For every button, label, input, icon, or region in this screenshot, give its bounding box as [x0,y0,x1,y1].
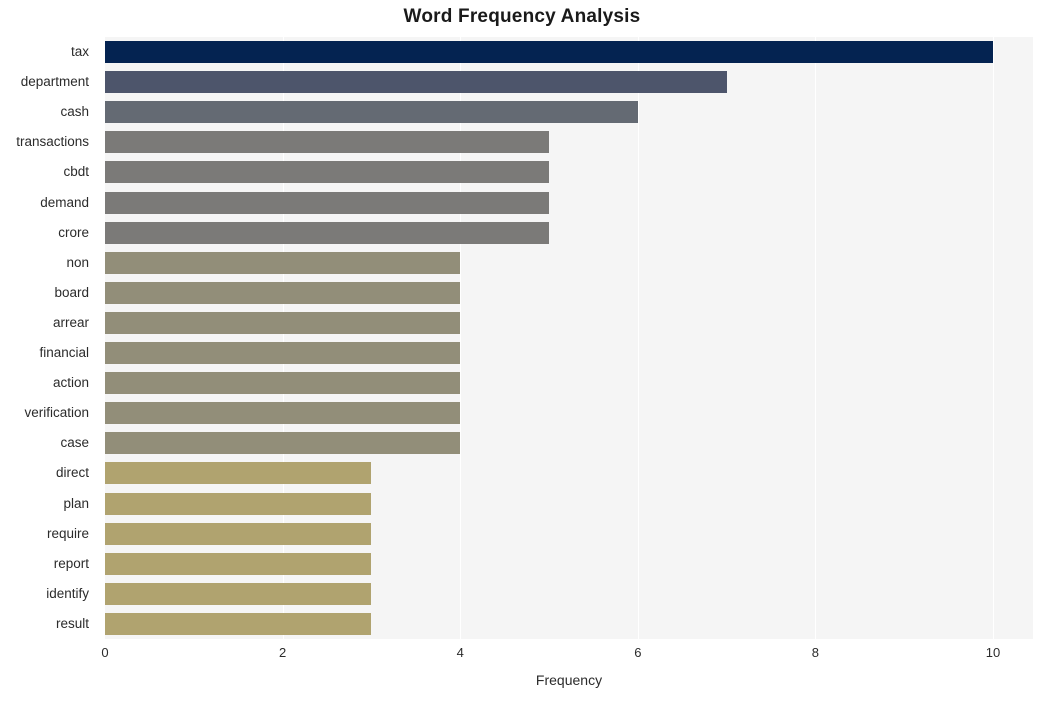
y-tick-label-verification: verification [24,405,89,421]
y-tick-label-transactions: transactions [16,134,89,150]
y-axis-category-labels: tax department cash transactions cbdt demand c… [0,37,97,639]
y-tick-label-case: case [60,435,89,451]
y-tick-label-demand: demand [40,194,89,210]
bar-demand[interactable] [105,191,550,214]
bar-row [105,579,1033,609]
bar-row [105,398,1033,428]
bar-row [105,609,1033,639]
bar-row [105,368,1033,398]
chart-figure: Word Frequency Analysis tax department cas… [0,0,1044,701]
y-tick-label-direct: direct [55,465,89,481]
bar-result[interactable] [105,612,372,635]
bar-case[interactable] [105,432,461,455]
x-tick-label-0: 0 [101,645,109,660]
bar-identify[interactable] [105,582,372,605]
bar-row [105,428,1033,458]
bar-row [105,248,1033,278]
x-tick-label-2: 2 [278,645,287,660]
bar-transactions[interactable] [105,131,550,154]
bar-verification[interactable] [105,402,461,425]
bar-arrear[interactable] [105,311,461,334]
bar-row [105,97,1033,127]
bar-row [105,489,1033,519]
y-tick-label-non: non [66,254,89,270]
y-tick-label-crore: crore [58,224,89,240]
bar-report[interactable] [105,552,372,575]
bar-row [105,458,1033,488]
y-tick-label-plan: plan [63,495,89,511]
x-axis-tick-labels: 0 2 4 6 8 10 [0,645,1044,669]
y-tick-label-tax: tax [70,44,89,60]
bar-row [105,127,1033,157]
x-tick-label-4: 4 [456,645,464,660]
bar-require[interactable] [105,522,372,545]
bar-row [105,338,1033,368]
bar-cash[interactable] [105,101,638,124]
bar-row [105,37,1033,67]
y-tick-label-board: board [54,284,89,300]
bars-container [105,37,1033,639]
y-tick-label-arrear: arrear [52,314,89,330]
bar-department[interactable] [105,71,727,94]
bar-row [105,308,1033,338]
bar-row [105,278,1033,308]
bar-crore[interactable] [105,221,550,244]
y-tick-label-financial: financial [39,345,89,361]
bar-row [105,67,1033,97]
x-axis-label: Frequency [535,672,603,688]
bar-row [105,549,1033,579]
x-tick-label-10: 10 [985,645,1001,660]
y-tick-label-cash: cash [60,104,89,120]
bar-action[interactable] [105,372,461,395]
bar-row [105,519,1033,549]
y-tick-label-department: department [20,74,89,90]
bar-financial[interactable] [105,342,461,365]
y-tick-label-result: result [55,615,89,631]
bar-tax[interactable] [105,41,994,64]
y-tick-label-report: report [53,555,89,571]
y-tick-label-identify: identify [46,585,89,601]
bar-row [105,188,1033,218]
x-tick-label-6: 6 [634,645,642,660]
bar-row [105,157,1033,187]
bar-board[interactable] [105,281,461,304]
y-tick-label-require: require [46,525,89,541]
bar-row [105,218,1033,248]
bar-plan[interactable] [105,492,372,515]
bar-non[interactable] [105,251,461,274]
bar-cbdt[interactable] [105,161,550,184]
y-tick-label-cbdt: cbdt [63,164,89,180]
chart-title: Word Frequency Analysis [403,6,641,27]
x-tick-label-8: 8 [811,645,820,660]
bar-direct[interactable] [105,462,372,485]
y-tick-label-action: action [52,375,89,391]
